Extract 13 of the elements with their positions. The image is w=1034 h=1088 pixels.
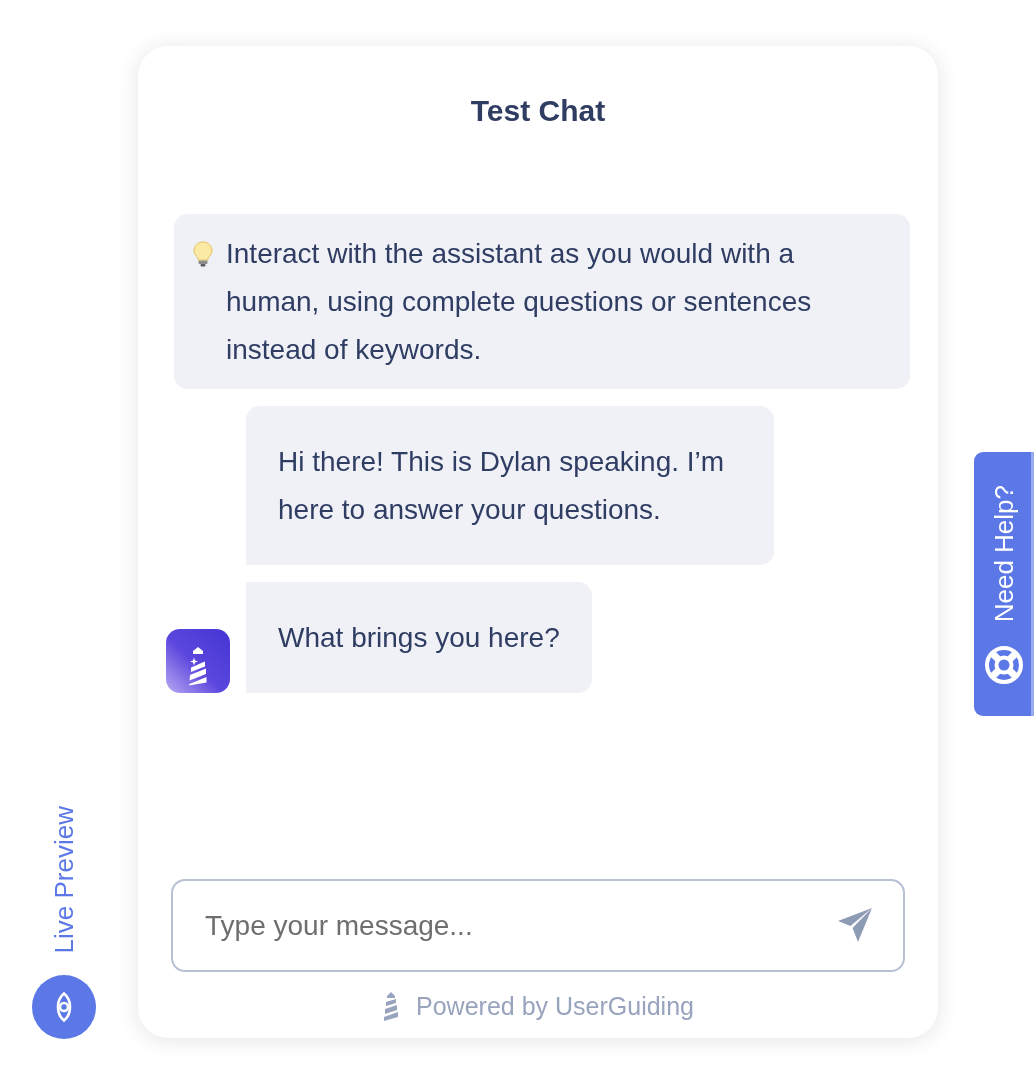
chat-title: Test Chat: [470, 93, 606, 129]
powered-by-text: Powered by UserGuiding: [416, 992, 694, 1020]
send-icon[interactable]: [837, 907, 873, 943]
tip-text: Interact with the assistant as you would with a human, using complete questions or sentences instead of keywords.: [226, 237, 813, 367]
message-input[interactable]: Type your message...: [171, 879, 905, 972]
tower-avatar-icon: [166, 629, 230, 693]
live-preview-label: Live Preview: [49, 805, 79, 953]
lifebuoy-icon: [984, 645, 1024, 685]
message-bubble: Hi there! This is Dylan speaking. I’m here to answer your questions.: [246, 406, 774, 565]
need-help-tab[interactable]: Need Help?: [974, 452, 1034, 716]
lightbulb-icon: [193, 241, 213, 267]
lighthouse-icon: [382, 990, 401, 1022]
message-bubble: What brings you here?: [246, 582, 592, 693]
